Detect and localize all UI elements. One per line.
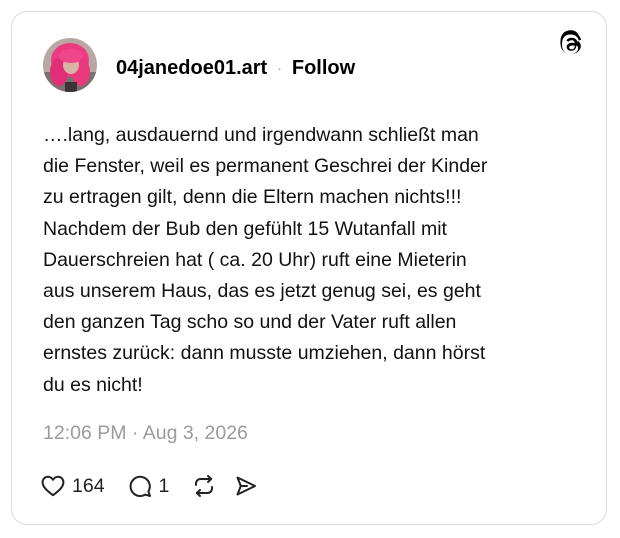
- follow-button[interactable]: Follow: [292, 57, 355, 80]
- like-count: 164: [72, 474, 105, 497]
- share-button[interactable]: [233, 473, 259, 499]
- post-card: 04janedoe01.art · Follow ….lang, ausdaue…: [11, 11, 607, 525]
- username-link[interactable]: 04janedoe01.art: [116, 57, 267, 80]
- reply-count: 1: [158, 474, 170, 497]
- action-bar: 164 1: [40, 470, 259, 502]
- send-icon: [236, 476, 257, 496]
- post-header: 04janedoe01.art · Follow: [116, 56, 355, 80]
- comment-bubble-icon: [129, 475, 151, 497]
- header-separator: ·: [277, 60, 282, 76]
- repost-icon: [195, 475, 214, 497]
- like-button[interactable]: 164: [40, 473, 105, 499]
- post-timestamp: 12:06 PM · Aug 3, 2026: [43, 422, 248, 444]
- heart-icon: [41, 475, 65, 497]
- avatar-image: [43, 38, 97, 92]
- post-body-text: ….lang, ausdauernd und irgendwann schlie…: [43, 124, 488, 396]
- threads-logo-icon[interactable]: [556, 30, 586, 60]
- avatar[interactable]: [43, 38, 97, 92]
- reply-button[interactable]: 1: [127, 473, 170, 499]
- repost-button[interactable]: [191, 473, 217, 499]
